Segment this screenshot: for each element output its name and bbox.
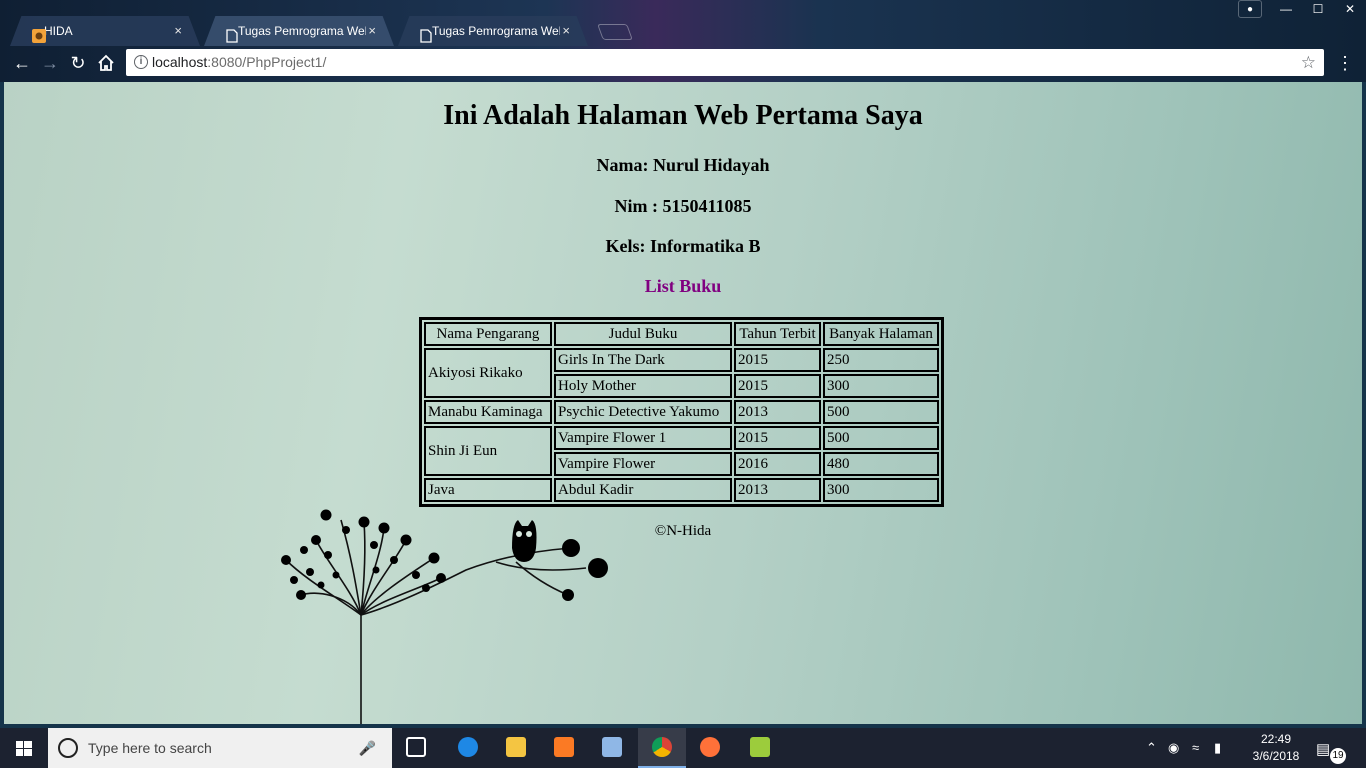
- student-class: Kels: Informatika B: [605, 236, 761, 256]
- table-header-row: Nama Pengarang Judul Buku Tahun Terbit B…: [424, 322, 939, 346]
- windows-taskbar: Type here to search 🎤 ⌃ ◉ ≈ ▮ 22:49 3/6/…: [0, 728, 1366, 768]
- tree-owl-illustration: [281, 509, 608, 724]
- tab-tugas-2[interactable]: Tugas Pemrograma Web ×: [398, 16, 588, 46]
- pages-cell: 250: [823, 348, 939, 372]
- tab-close-icon[interactable]: ×: [368, 16, 376, 46]
- close-window-button[interactable]: ✕: [1334, 0, 1366, 18]
- home-icon[interactable]: [94, 51, 118, 75]
- browser-toolbar: ← → ↻ i localhost:8080/PhpProject1/ ☆ ⋮: [0, 46, 1366, 80]
- pages-cell: 300: [823, 374, 939, 398]
- browser-menu-icon[interactable]: ⋮: [1336, 51, 1354, 75]
- window-controls: ● — ☐ ✕: [1238, 0, 1366, 18]
- copyright-footer: ©N-Hida: [654, 523, 712, 539]
- forward-arrow-icon[interactable]: →: [38, 51, 62, 75]
- address-bar[interactable]: i localhost:8080/PhpProject1/ ☆: [126, 49, 1324, 76]
- notepad-plus-plus-app-icon[interactable]: [736, 728, 784, 768]
- title-cell: Vampire Flower 1: [554, 426, 732, 450]
- author-cell: Shin Ji Eun: [424, 426, 552, 476]
- title-cell: Holy Mother: [554, 374, 732, 398]
- book-list-heading: List Buku: [644, 276, 722, 296]
- new-tab-button[interactable]: [597, 24, 633, 40]
- year-cell: 2013: [734, 400, 821, 424]
- pages-cell: 480: [823, 452, 939, 476]
- firefox-app-icon[interactable]: [686, 728, 734, 768]
- file-explorer-icon[interactable]: [492, 728, 540, 768]
- pages-cell: 500: [823, 426, 939, 450]
- page-favicon-icon: [226, 24, 240, 43]
- address-url: localhost:8080/PhpProject1/: [152, 54, 327, 70]
- book-table: Nama Pengarang Judul Buku Tahun Terbit B…: [419, 317, 944, 507]
- notification-count-badge: 19: [1330, 748, 1346, 764]
- tray-record-icon[interactable]: ◉: [1168, 740, 1179, 756]
- search-placeholder: Type here to search: [88, 740, 212, 756]
- tray-chevron-up-icon[interactable]: ⌃: [1146, 740, 1157, 756]
- microphone-icon[interactable]: 🎤: [359, 728, 376, 768]
- title-cell: Psychic Detective Yakumo: [554, 400, 732, 424]
- year-cell: 2015: [734, 374, 821, 398]
- xampp-app-icon[interactable]: [540, 728, 588, 768]
- page-title: Ini Adalah Halaman Web Pertama Saya: [443, 100, 923, 131]
- student-name: Nama: Nurul Hidayah: [596, 155, 770, 175]
- system-tray: ⌃ ◉ ≈ ▮ 22:49 3/6/2018 ▤ 19: [1146, 728, 1366, 768]
- table-row: Shin Ji Eun Vampire Flower 1 2015 500: [424, 426, 939, 476]
- title-cell: Abdul Kadir: [554, 478, 732, 502]
- page-favicon-icon: [420, 24, 434, 43]
- author-cell: Akiyosi Rikako: [424, 348, 552, 398]
- taskbar-search-input[interactable]: Type here to search 🎤: [48, 728, 392, 768]
- title-cell: Girls In The Dark: [554, 348, 732, 372]
- reload-icon[interactable]: ↻: [66, 51, 90, 75]
- tab-hida[interactable]: HIDA ×: [10, 16, 200, 46]
- tab-title: Tugas Pemrograma Web: [238, 24, 366, 38]
- tab-title: Tugas Pemrograma Web: [432, 24, 560, 38]
- column-header: Nama Pengarang: [424, 322, 552, 346]
- profile-icon[interactable]: ●: [1238, 0, 1262, 18]
- back-arrow-icon[interactable]: ←: [10, 51, 34, 75]
- virtualbox-app-icon[interactable]: [588, 728, 636, 768]
- task-view-icon[interactable]: [392, 728, 440, 768]
- page-viewport: Ini Adalah Halaman Web Pertama Saya Nama…: [4, 82, 1362, 724]
- minimize-button[interactable]: —: [1270, 0, 1302, 18]
- pages-cell: 300: [823, 478, 939, 502]
- wifi-icon[interactable]: ≈: [1192, 740, 1199, 755]
- clock-date: 3/6/2018: [1252, 749, 1300, 763]
- tab-tugas-1[interactable]: Tugas Pemrograma Web ×: [204, 16, 394, 46]
- tab-strip: HIDA × Tugas Pemrograma Web × Tugas Pemr…: [0, 14, 1366, 48]
- table-row: Manabu Kaminaga Psychic Detective Yakumo…: [424, 400, 939, 424]
- xampp-favicon-icon: [32, 24, 46, 43]
- student-nim: Nim : 5150411085: [614, 196, 752, 216]
- column-header: Judul Buku: [554, 322, 732, 346]
- year-cell: 2015: [734, 426, 821, 450]
- clock-time: 22:49: [1260, 732, 1292, 746]
- pages-cell: 500: [823, 400, 939, 424]
- year-cell: 2016: [734, 452, 821, 476]
- tab-title: HIDA: [44, 24, 73, 38]
- browser-chrome: HIDA × Tugas Pemrograma Web × Tugas Pemr…: [0, 0, 1366, 82]
- chrome-app-icon[interactable]: [638, 728, 686, 768]
- year-cell: 2015: [734, 348, 821, 372]
- tab-close-icon[interactable]: ×: [562, 16, 570, 46]
- author-cell: Java: [424, 478, 552, 502]
- year-cell: 2013: [734, 478, 821, 502]
- site-info-icon[interactable]: i: [134, 55, 148, 69]
- title-cell: Vampire Flower: [554, 452, 732, 476]
- battery-icon[interactable]: ▮: [1214, 740, 1221, 756]
- edge-app-icon[interactable]: [444, 728, 492, 768]
- windows-start-icon[interactable]: [0, 728, 48, 768]
- tab-close-icon[interactable]: ×: [174, 16, 182, 46]
- taskbar-clock[interactable]: 22:49 3/6/2018: [1246, 731, 1306, 765]
- cortana-search-icon: [58, 738, 78, 758]
- author-cell: Manabu Kaminaga: [424, 400, 552, 424]
- action-center-icon[interactable]: ▤: [1316, 740, 1330, 758]
- table-row: Java Abdul Kadir 2013 300: [424, 478, 939, 502]
- bookmark-star-icon[interactable]: ☆: [1301, 49, 1316, 76]
- maximize-button[interactable]: ☐: [1302, 0, 1334, 18]
- column-header: Banyak Halaman: [823, 322, 939, 346]
- column-header: Tahun Terbit: [734, 322, 821, 346]
- table-row: Akiyosi Rikako Girls In The Dark 2015 25…: [424, 348, 939, 398]
